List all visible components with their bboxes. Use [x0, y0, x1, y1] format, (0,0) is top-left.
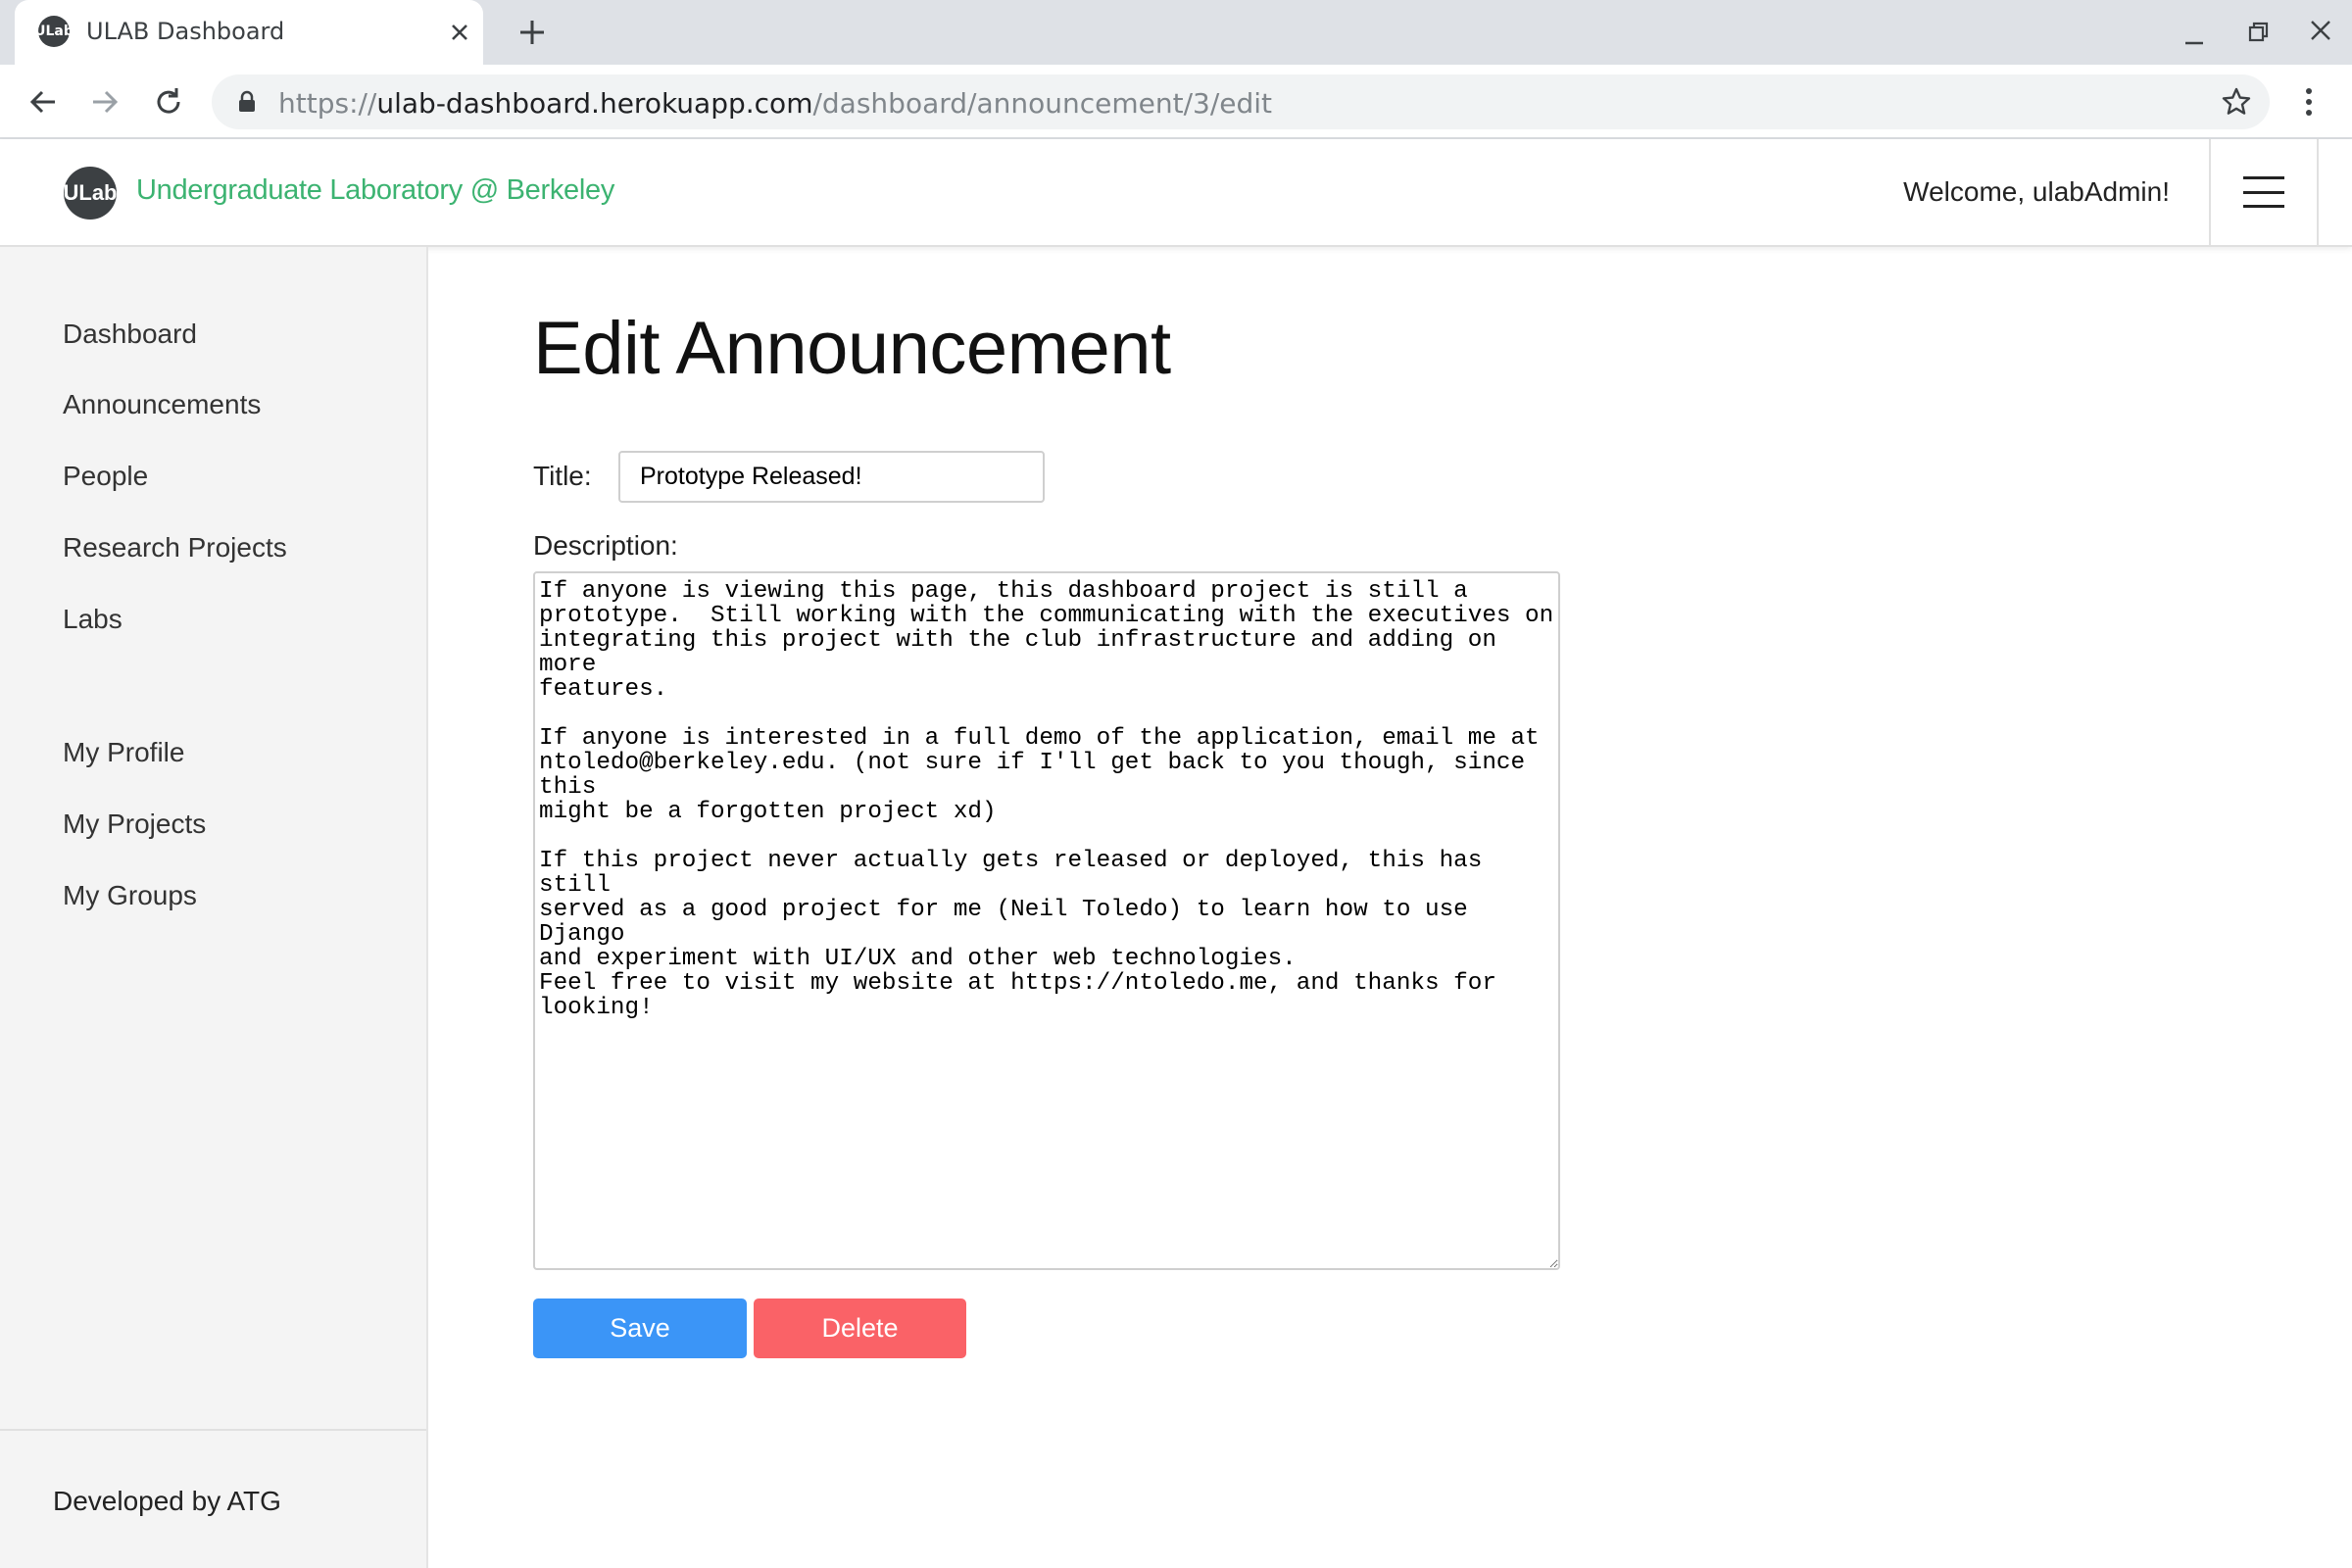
- url-host: ulab-dashboard.herokuapp.com: [376, 87, 813, 120]
- sidebar: Dashboard Announcements People Research …: [0, 247, 428, 1568]
- plus-icon[interactable]: [510, 10, 555, 55]
- sidebar-item-labs[interactable]: Labs: [63, 604, 122, 635]
- url-text: https://ulab-dashboard.herokuapp.com/das…: [278, 87, 1272, 120]
- favicon-icon: ULab: [34, 16, 74, 47]
- menu-button[interactable]: [2209, 139, 2319, 245]
- welcome-text: Welcome, ulabAdmin!: [1903, 176, 2170, 207]
- minimize-icon[interactable]: [2170, 10, 2219, 55]
- title-label: Title:: [533, 461, 592, 491]
- sidebar-item-people[interactable]: People: [63, 461, 148, 492]
- sidebar-footer: Developed by ATG: [0, 1429, 426, 1568]
- app-header: ULab Undergraduate Laboratory @ Berkeley…: [0, 139, 2352, 247]
- browser-toolbar: https://ulab-dashboard.herokuapp.com/das…: [0, 65, 2352, 139]
- sidebar-item-my-projects[interactable]: My Projects: [63, 808, 206, 840]
- sidebar-item-announcements[interactable]: Announcements: [63, 389, 261, 420]
- url-path: /dashboard/announcement/3/edit: [812, 87, 1273, 120]
- window-close-icon[interactable]: [2296, 10, 2345, 55]
- developer-credit: Developed by ATG: [53, 1486, 281, 1516]
- sidebar-item-research-projects[interactable]: Research Projects: [63, 532, 287, 564]
- description-label: Description:: [533, 530, 678, 561]
- sidebar-item-dashboard[interactable]: Dashboard: [63, 318, 197, 350]
- description-textarea[interactable]: If anyone is viewing this page, this das…: [533, 571, 1560, 1270]
- forward-icon[interactable]: [79, 76, 130, 127]
- browser-tab[interactable]: ULab ULAB Dashboard: [15, 0, 483, 65]
- sidebar-item-my-groups[interactable]: My Groups: [63, 880, 197, 911]
- address-bar[interactable]: https://ulab-dashboard.herokuapp.com/das…: [212, 74, 2270, 129]
- back-icon[interactable]: [18, 76, 69, 127]
- url-scheme: https://: [278, 87, 377, 120]
- more-vert-icon[interactable]: [2283, 76, 2334, 127]
- page-title: Edit Announcement: [533, 307, 1171, 390]
- reload-icon[interactable]: [143, 76, 194, 127]
- tab-title: ULAB Dashboard: [86, 18, 285, 45]
- delete-button[interactable]: Delete: [754, 1298, 966, 1358]
- browser-tabstrip: ULab ULAB Dashboard: [0, 0, 2352, 65]
- title-input[interactable]: [618, 451, 1045, 503]
- sidebar-item-my-profile[interactable]: My Profile: [63, 737, 184, 768]
- lock-icon[interactable]: [237, 90, 257, 119]
- star-icon[interactable]: [2221, 86, 2252, 122]
- save-button[interactable]: Save: [533, 1298, 747, 1358]
- brand-link[interactable]: Undergraduate Laboratory @ Berkeley: [136, 174, 614, 207]
- hamburger-icon: [2243, 176, 2284, 208]
- close-icon[interactable]: [440, 13, 479, 52]
- restore-icon[interactable]: [2233, 10, 2282, 55]
- ulab-logo[interactable]: ULab: [64, 167, 118, 220]
